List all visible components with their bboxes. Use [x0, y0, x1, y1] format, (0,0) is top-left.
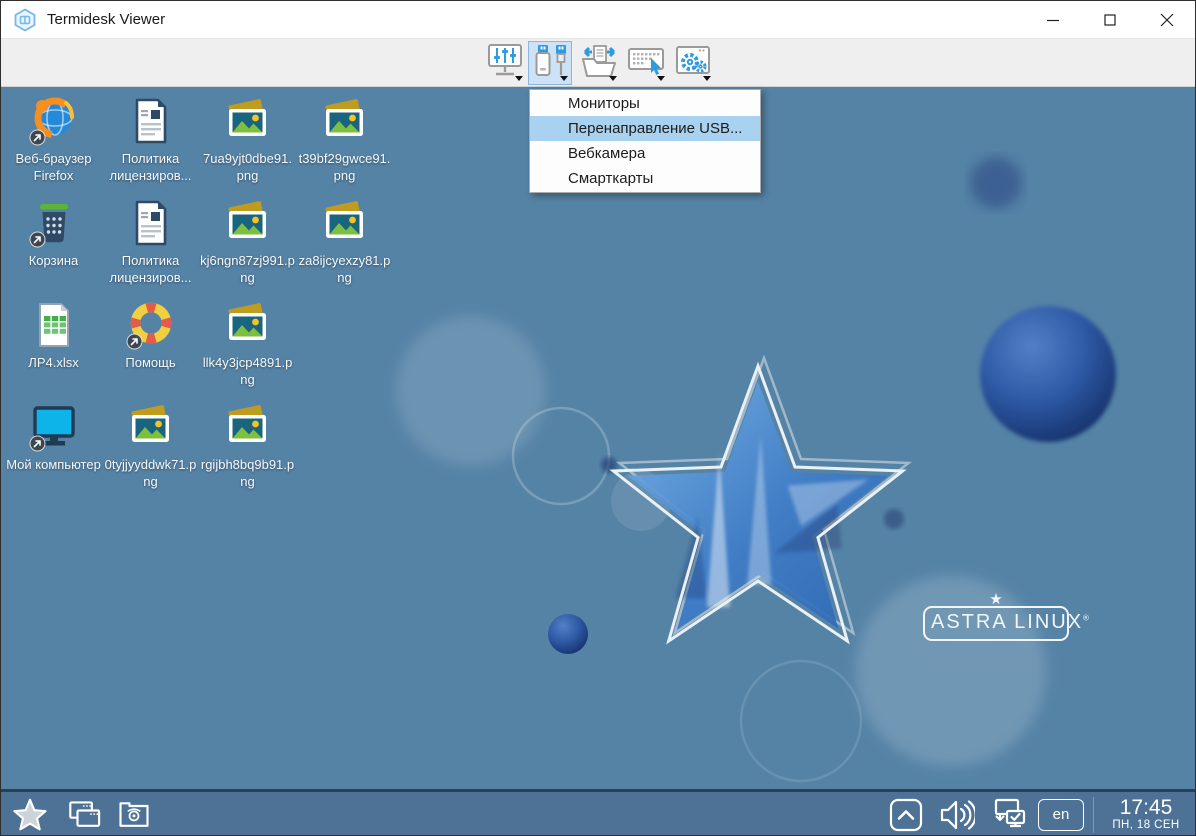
- menu-item[interactable]: Вебкамера: [530, 141, 760, 166]
- desktop-icon-firefox[interactable]: Веб-браузер Firefox: [6, 95, 101, 184]
- badge-star-icon: ★: [923, 595, 1069, 605]
- wallpaper-sphere: [970, 157, 1022, 209]
- clock-time: 17:45: [1103, 797, 1189, 819]
- tray-divider: [1093, 797, 1094, 833]
- window-title: Termidesk Viewer: [47, 11, 165, 28]
- taskbar-launchers: [1, 795, 155, 835]
- desktop-icon-label: rgijbh8bq9b91.png: [200, 456, 295, 490]
- network-button[interactable]: [987, 795, 1029, 835]
- maximize-icon: [1103, 13, 1117, 27]
- desktop-icon-label: Корзина: [6, 252, 101, 269]
- desktop-icon-png-0ty[interactable]: 0tyjjyyddwk71.png: [103, 401, 198, 490]
- chevron-up-icon: [889, 798, 923, 832]
- display-settings-button[interactable]: [483, 41, 527, 85]
- termidesk-viewer-window: Termidesk Viewer: [0, 0, 1196, 836]
- desktop-icon-lr4-xlsx[interactable]: ЛР4.xlsx: [6, 299, 101, 371]
- desktop-icon-png-7ua[interactable]: 7ua9yjt0dbe91.png: [200, 95, 295, 184]
- computer-icon: [28, 401, 80, 453]
- desktop-icon-label: t39bf29gwce91.png: [297, 150, 392, 184]
- desktop-icon-label: za8ijcyexzy81.png: [297, 252, 392, 286]
- desktop-icon-png-t39[interactable]: t39bf29gwce91.png: [297, 95, 392, 184]
- window-controls: [1024, 1, 1195, 38]
- desktop-icon-trash[interactable]: Корзина: [6, 197, 101, 269]
- image-icon: [319, 95, 371, 147]
- document-icon: [125, 95, 177, 147]
- menu-item[interactable]: Смарткарты: [530, 166, 760, 191]
- minimize-button[interactable]: [1024, 1, 1081, 38]
- desktop-icon-policy-1[interactable]: Политика лицензиров...: [103, 95, 198, 184]
- close-button[interactable]: [1138, 1, 1195, 38]
- dropdown-caret-icon: [609, 76, 617, 81]
- menu-item[interactable]: Мониторы: [530, 91, 760, 116]
- image-icon: [125, 401, 177, 453]
- file-transfer-button[interactable]: [577, 41, 621, 85]
- dropdown-caret-icon: [515, 76, 523, 81]
- firefox-icon: [28, 95, 80, 147]
- keyboard-layout-indicator[interactable]: en: [1038, 799, 1084, 831]
- image-icon: [319, 197, 371, 249]
- desktop-icon-png-rgi[interactable]: rgijbh8bq9b91.png: [200, 401, 295, 490]
- window-list-button[interactable]: [61, 795, 103, 835]
- desktop-icon-label: Политика лицензиров...: [103, 150, 198, 184]
- screenshot-tool-button[interactable]: [113, 795, 155, 835]
- desktop-icon-label: ЛР4.xlsx: [6, 354, 101, 371]
- wallpaper-sphere: [980, 306, 1116, 442]
- desktop-icon-computer[interactable]: Мой компьютер: [6, 401, 101, 473]
- image-icon: [222, 95, 274, 147]
- menu-item[interactable]: Перенаправление USB...: [530, 116, 760, 141]
- tray-expand-button[interactable]: [885, 795, 927, 835]
- document-icon: [125, 197, 177, 249]
- badge-text: ASTRA LINUX: [931, 611, 1083, 633]
- desktop-icon-label: llk4y3jcp4891.png: [200, 354, 295, 388]
- image-icon: [222, 197, 274, 249]
- close-icon: [1160, 13, 1174, 27]
- termidesk-logo-icon: [13, 8, 37, 32]
- folder-eye-icon: [115, 797, 153, 833]
- desktop-icon-png-kj6[interactable]: kj6ngn87zj991.png: [200, 197, 295, 286]
- dropdown-caret-icon: [657, 76, 665, 81]
- desktop-icon-label: Мой компьютер: [6, 456, 101, 473]
- minimize-icon: [1046, 13, 1060, 27]
- taskbar: en 17:45 ПН, 18 СЕН: [1, 789, 1195, 836]
- clock[interactable]: 17:45 ПН, 18 СЕН: [1103, 797, 1189, 832]
- send-shortcuts-button[interactable]: [625, 41, 669, 85]
- usb-redirection-button[interactable]: [528, 41, 572, 85]
- network-displays-icon: [988, 797, 1028, 833]
- volume-button[interactable]: [936, 795, 978, 835]
- viewer-toolbar: [1, 39, 1195, 87]
- title-bar: Termidesk Viewer: [1, 1, 1195, 39]
- dropdown-caret-icon: [703, 76, 711, 81]
- desktop-icon-png-za8[interactable]: za8ijcyexzy81.png: [297, 197, 392, 286]
- windows-icon: [62, 797, 102, 833]
- maximize-button[interactable]: [1081, 1, 1138, 38]
- wallpaper-sphere: [548, 614, 588, 654]
- desktop-icon-help[interactable]: Помощь: [103, 299, 198, 371]
- usb-dropdown-menu: МониторыПеренаправление USB...ВебкамераС…: [529, 89, 761, 193]
- desktop-icon-png-llk[interactable]: llk4y3jcp4891.png: [200, 299, 295, 388]
- clock-date: ПН, 18 СЕН: [1103, 819, 1189, 832]
- system-tray: en 17:45 ПН, 18 СЕН: [885, 795, 1195, 835]
- desktop-icon-label: Веб-браузер Firefox: [6, 150, 101, 184]
- desktop-icon-label: 7ua9yjt0dbe91.png: [200, 150, 295, 184]
- volume-icon: [939, 798, 975, 832]
- start-menu-button[interactable]: [9, 795, 51, 835]
- help-icon: [125, 299, 177, 351]
- desktop-icon-label: 0tyjjyyddwk71.png: [103, 456, 198, 490]
- desktop-icon-policy-2[interactable]: Политика лицензиров...: [103, 197, 198, 286]
- xlsx-icon: [28, 299, 80, 351]
- preferences-button[interactable]: [671, 41, 715, 85]
- star-icon: [11, 796, 49, 834]
- desktop-icon-label: Политика лицензиров...: [103, 252, 198, 286]
- desktop-icon-label: kj6ngn87zj991.png: [200, 252, 295, 286]
- trash-icon: [28, 197, 80, 249]
- image-icon: [222, 401, 274, 453]
- astra-linux-badge: ★ ASTRA LINUX®: [923, 595, 1069, 641]
- desktop-icon-label: Помощь: [103, 354, 198, 371]
- dropdown-caret-icon: [560, 76, 568, 81]
- image-icon: [222, 299, 274, 351]
